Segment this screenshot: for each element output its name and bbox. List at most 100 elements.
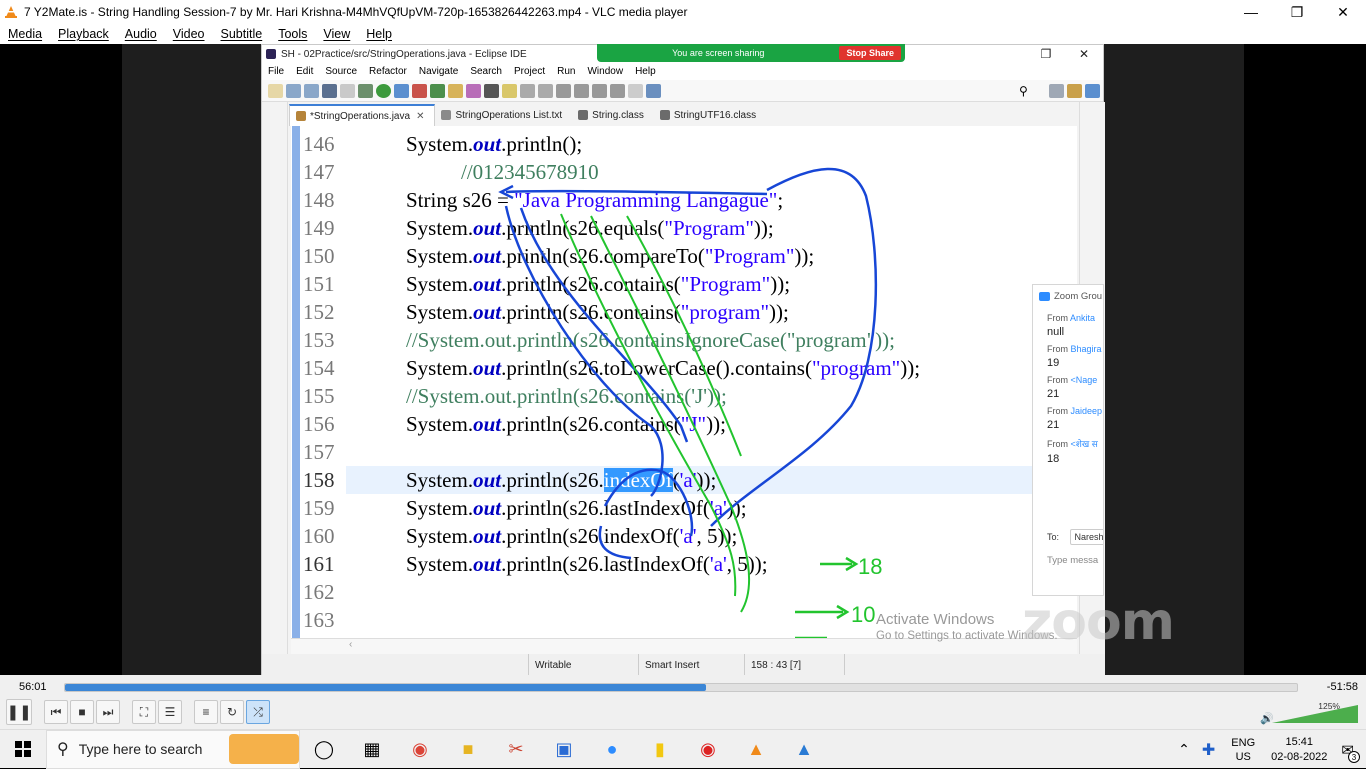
maximize-button[interactable]: ❐ [1274, 0, 1320, 24]
taskbar-search[interactable]: ⚲ Type here to search [46, 729, 300, 769]
code-line[interactable]: //012345678910 [346, 158, 1077, 186]
previous-button[interactable]: ⏮ [44, 700, 68, 724]
menu-tools[interactable]: Tools [270, 27, 315, 41]
code-line[interactable]: System.out.println(s26.compareTo("Progra… [346, 242, 1077, 270]
code-line[interactable]: System.out.println(s26.contains("program… [346, 298, 1077, 326]
prev-annotation-icon[interactable] [574, 83, 589, 98]
save-icon[interactable] [286, 83, 301, 98]
notifications-icon[interactable]: ✉ 3 [1341, 741, 1360, 763]
code-line[interactable]: System.out.println(s26.indexOf('a')); [346, 466, 1077, 494]
show-hidden-icons-icon[interactable]: ⌃ [1178, 741, 1190, 758]
menu-help[interactable]: Help [358, 27, 400, 41]
code-area[interactable]: System.out.println(); //012345678910 Strin… [346, 126, 1077, 638]
cortana-icon[interactable]: ◯ [300, 730, 348, 769]
eclipse-restore-button[interactable]: ❐ [1027, 47, 1065, 61]
recipient-select[interactable]: NareshI [1069, 529, 1103, 545]
menu-audio[interactable]: Audio [117, 27, 165, 41]
tab-string-class[interactable]: String.class [572, 104, 654, 126]
code-line[interactable]: System.out.println(s26.contains("J")); [346, 410, 1077, 438]
seek-bar[interactable] [64, 683, 1298, 692]
block-selection-icon[interactable] [520, 83, 535, 98]
code-editor[interactable]: 146 147 148 149 150 151 152 153 154 155 156 157 158 1… [291, 126, 1077, 638]
photos-icon[interactable]: ▲ [780, 730, 828, 769]
ec-menu-run[interactable]: Run [551, 66, 581, 77]
shuffle-button[interactable]: ⤮ [246, 700, 270, 724]
network-icon[interactable]: ✚ [1202, 740, 1215, 760]
menu-subtitle[interactable]: Subtitle [213, 27, 271, 41]
eclipse-close-button[interactable]: ✕ [1065, 47, 1103, 61]
perspective-icon[interactable] [1049, 83, 1064, 98]
loop-button[interactable]: ↻ [220, 700, 244, 724]
new-java-project-icon[interactable] [430, 83, 445, 98]
search-tool-icon[interactable] [466, 83, 481, 98]
tab-stringoperations-java[interactable]: *StringOperations.java ✕ [289, 104, 436, 126]
run-icon[interactable] [376, 83, 391, 98]
ec-menu-search[interactable]: Search [464, 66, 508, 77]
coverage-icon[interactable] [394, 83, 409, 98]
fullscreen-button[interactable]: ⛶ [132, 700, 156, 724]
sticky-notes-icon[interactable]: ▮ [636, 730, 684, 769]
menu-media[interactable]: Media [0, 27, 50, 41]
mark-occurrences-icon[interactable] [502, 83, 517, 98]
ec-menu-project[interactable]: Project [508, 66, 551, 77]
tab-stringutf16-class[interactable]: StringUTF16.class [654, 104, 766, 126]
menu-playback[interactable]: Playback [50, 27, 117, 41]
java-ee-perspective-icon[interactable] [1067, 83, 1082, 98]
clock[interactable]: 15:41 02-08-2022 [1271, 735, 1327, 765]
ec-menu-edit[interactable]: Edit [290, 66, 319, 77]
java-perspective-icon[interactable] [1085, 83, 1100, 98]
open-perspective-icon[interactable] [646, 83, 661, 98]
stop-share-button[interactable]: Stop Share [839, 46, 901, 60]
forward-icon[interactable] [628, 83, 643, 98]
code-line[interactable] [346, 578, 1077, 606]
ec-menu-source[interactable]: Source [319, 66, 363, 77]
pause-button[interactable]: ❚❚ [6, 699, 32, 725]
ec-menu-window[interactable]: Window [581, 66, 629, 77]
playlist-button[interactable]: ≡ [194, 700, 218, 724]
input-language[interactable]: ENG US [1231, 736, 1255, 764]
save-all-icon[interactable] [304, 83, 319, 98]
new-icon[interactable] [268, 83, 283, 98]
code-line[interactable]: System.out.println(s26.equals("Program")… [346, 214, 1077, 242]
debug-icon[interactable] [358, 83, 373, 98]
quick-access-search-icon[interactable]: ⚲ [1019, 84, 1034, 98]
file-explorer-icon[interactable]: ■ [444, 730, 492, 769]
minimize-button[interactable]: — [1228, 0, 1274, 24]
code-line[interactable]: //System.out.println(s26.containsIgnoreC… [346, 326, 1077, 354]
chrome-icon[interactable]: ◉ [396, 730, 444, 769]
last-edit-icon[interactable] [592, 83, 607, 98]
vlc-taskbar-icon[interactable]: ▲ [732, 730, 780, 769]
recorder-icon[interactable]: ◉ [684, 730, 732, 769]
store-icon[interactable]: ▣ [540, 730, 588, 769]
next-annotation-icon[interactable] [556, 83, 571, 98]
code-line[interactable] [346, 438, 1077, 466]
menu-view[interactable]: View [315, 27, 358, 41]
external-tools-icon[interactable] [412, 83, 427, 98]
ec-menu-navigate[interactable]: Navigate [413, 66, 464, 77]
extended-settings-button[interactable]: ☰ [158, 700, 182, 724]
code-line[interactable]: System.out.println(s26.lastIndexOf('a', … [346, 550, 1077, 578]
tab-stringoperations-list[interactable]: StringOperations List.txt [435, 104, 572, 126]
code-line[interactable]: System.out.println(s26.toLowerCase().con… [346, 354, 1077, 382]
zoom-app-icon[interactable]: ● [588, 730, 636, 769]
ec-menu-file[interactable]: File [262, 66, 290, 77]
code-line[interactable]: System.out.println(s26.indexOf('a', 5)); [346, 522, 1077, 550]
terminal-icon[interactable] [322, 83, 337, 98]
next-button[interactable]: ⏭ [96, 700, 120, 724]
close-button[interactable]: ✕ [1320, 0, 1366, 24]
volume-slider[interactable]: 🔊 [1260, 703, 1360, 725]
open-type-icon[interactable] [448, 83, 463, 98]
show-whitespace-icon[interactable] [538, 83, 553, 98]
ec-menu-help[interactable]: Help [629, 66, 662, 77]
code-line[interactable]: System.out.println(s26.lastIndexOf('a'))… [346, 494, 1077, 522]
skip-breakpoints-icon[interactable] [340, 83, 355, 98]
close-tab-icon[interactable]: ✕ [416, 111, 424, 122]
code-line[interactable]: System.out.println(s26.contains("Program… [346, 270, 1077, 298]
snipping-tool-icon[interactable]: ✂ [492, 730, 540, 769]
code-line[interactable]: String s26 = "Java Programming Langague"… [346, 186, 1077, 214]
task-view-icon[interactable]: ▦ [348, 730, 396, 769]
stop-button[interactable]: ■ [70, 700, 94, 724]
ec-menu-refactor[interactable]: Refactor [363, 66, 413, 77]
code-line[interactable]: System.out.println(); [346, 130, 1077, 158]
menu-video[interactable]: Video [165, 27, 213, 41]
